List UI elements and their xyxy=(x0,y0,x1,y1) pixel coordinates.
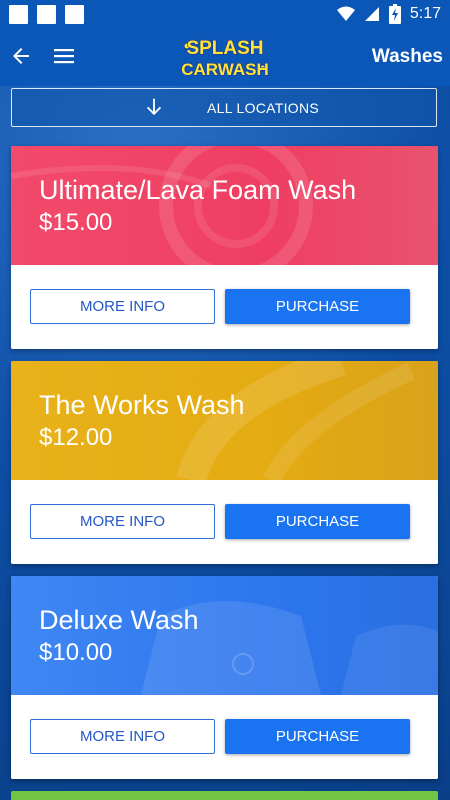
svg-text:CARWASH: CARWASH xyxy=(181,60,269,79)
system-icons: 5:17 xyxy=(336,4,441,24)
hamburger-menu-icon[interactable] xyxy=(52,44,76,68)
signal-icon xyxy=(364,7,379,21)
more-info-button[interactable]: MORE INFO xyxy=(30,719,215,754)
wash-card: The Works Wash $12.00 MORE INFO PURCHASE xyxy=(11,361,438,564)
more-info-button[interactable]: MORE INFO xyxy=(30,504,215,539)
wash-name: The Works Wash xyxy=(39,390,245,420)
wash-card-header: Ultimate/Lava Foam Wash $15.00 xyxy=(11,146,438,265)
wash-card: Ultimate/Lava Foam Wash $15.00 MORE INFO… xyxy=(11,146,438,349)
wash-card: Deluxe Wash $10.00 MORE INFO PURCHASE xyxy=(11,576,438,779)
more-info-button[interactable]: MORE INFO xyxy=(30,289,215,324)
wash-card-actions: MORE INFO PURCHASE xyxy=(11,265,438,349)
wash-card-actions: MORE INFO PURCHASE xyxy=(11,695,438,779)
wash-name: Ultimate/Lava Foam Wash xyxy=(39,175,357,205)
page-title: Washes xyxy=(371,46,443,67)
clock: 5:17 xyxy=(409,5,441,22)
wash-card-header: Deluxe Wash $10.00 xyxy=(11,576,438,695)
purchase-button[interactable]: PURCHASE xyxy=(225,504,410,539)
app-bar: SPLASH CARWASH Washes xyxy=(0,28,450,86)
wash-card-partial[interactable] xyxy=(11,791,438,800)
battery-charging-icon xyxy=(388,4,401,24)
status-bar: 5:17 xyxy=(0,0,450,28)
location-selector[interactable]: ALL LOCATIONS xyxy=(11,88,437,127)
arrow-back-icon[interactable] xyxy=(9,44,33,68)
purchase-button[interactable]: PURCHASE xyxy=(225,289,410,324)
wifi-icon xyxy=(336,6,355,21)
wash-card-header: The Works Wash $12.00 xyxy=(11,361,438,480)
svg-text:SPLASH: SPLASH xyxy=(186,38,263,59)
purchase-button[interactable]: PURCHASE xyxy=(225,719,410,754)
location-selector-label: ALL LOCATIONS xyxy=(207,100,320,116)
notification-icons xyxy=(9,5,84,24)
wash-name: Deluxe Wash xyxy=(39,605,199,635)
notification-square-icon xyxy=(9,5,28,24)
notification-square-icon xyxy=(37,5,56,24)
wash-price: $12.00 xyxy=(39,424,113,451)
arrow-down-icon xyxy=(146,98,162,116)
wash-card-actions: MORE INFO PURCHASE xyxy=(11,480,438,564)
notification-square-icon xyxy=(65,5,84,24)
splash-carwash-logo: SPLASH CARWASH xyxy=(181,37,269,79)
wash-price: $15.00 xyxy=(39,209,113,236)
wash-price: $10.00 xyxy=(39,639,113,666)
